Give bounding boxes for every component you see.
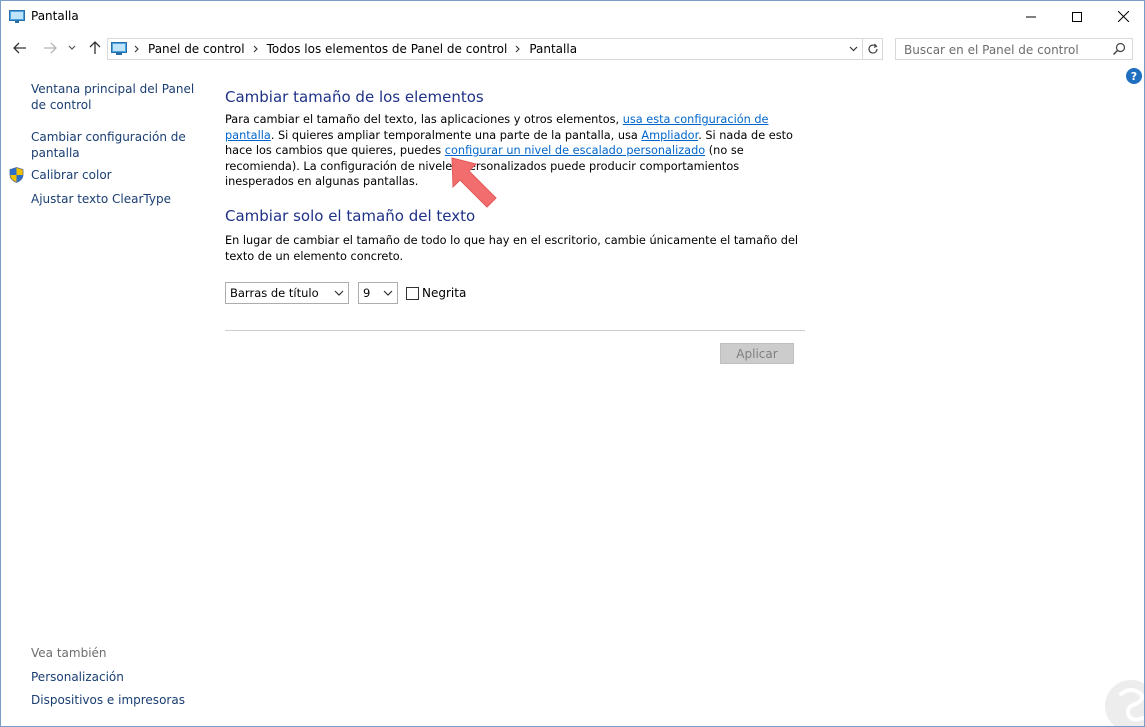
watermark-logo-icon — [1105, 680, 1144, 726]
uac-shield-icon — [9, 167, 24, 183]
breadcrumb-all-items[interactable]: Todos los elementos de Panel de control — [267, 42, 508, 56]
annotation-arrow-icon — [451, 157, 497, 208]
title-bar: Pantalla — [1, 1, 1144, 32]
bold-checkbox-label[interactable]: Negrita — [422, 286, 466, 300]
close-button[interactable] — [1100, 1, 1144, 32]
help-icon[interactable]: ? — [1126, 68, 1142, 84]
bold-checkbox[interactable] — [406, 287, 419, 300]
breadcrumb: Panel de control Todos los elementos de … — [132, 39, 577, 59]
chevron-right-icon[interactable] — [515, 45, 521, 53]
text-size-heading: Cambiar solo el tamaño del texto — [225, 207, 476, 225]
control-panel-window: Pantalla Panel de control Todos los elem… — [0, 0, 1145, 727]
control-panel-icon — [111, 42, 127, 55]
sidebar: Ventana principal del Panel de control C… — [1, 64, 206, 726]
search-input[interactable] — [904, 42, 1104, 57]
chevron-down-icon — [849, 46, 857, 52]
resize-items-description: Para cambiar el tamaño del texto, las ap… — [225, 112, 805, 190]
chevron-down-icon — [68, 45, 76, 50]
maximize-button[interactable] — [1054, 1, 1100, 32]
arrow-left-icon — [13, 42, 26, 54]
magnifier-link[interactable]: Ampliador — [641, 129, 698, 142]
chevron-right-icon[interactable] — [253, 45, 259, 53]
back-button[interactable] — [10, 38, 30, 58]
forward-button[interactable] — [40, 38, 60, 58]
arrow-up-icon — [89, 41, 101, 54]
breadcrumb-control-panel[interactable]: Panel de control — [148, 42, 245, 56]
sidebar-link-cleartype[interactable]: Ajustar texto ClearType — [31, 191, 196, 207]
refresh-icon — [867, 43, 878, 54]
recent-locations-button[interactable] — [65, 38, 79, 58]
address-bar[interactable]: Panel de control Todos los elementos de … — [107, 38, 863, 60]
up-button[interactable] — [85, 38, 105, 58]
minimize-button[interactable] — [1008, 1, 1054, 32]
see-also-link-devices-printers[interactable]: Dispositivos e impresoras — [31, 692, 196, 708]
arrow-right-icon — [44, 42, 57, 54]
minimize-icon — [1026, 16, 1036, 17]
description-text: Para cambiar el tamaño del texto, las ap… — [225, 113, 623, 126]
close-icon — [1117, 11, 1129, 22]
search-icon[interactable] — [1112, 42, 1126, 56]
display-app-icon — [9, 10, 25, 23]
resize-items-heading: Cambiar tamaño de los elementos — [225, 88, 484, 106]
breadcrumb-display[interactable]: Pantalla — [529, 42, 577, 56]
see-also-heading: Vea también — [31, 646, 107, 660]
sidebar-link-change-display-settings[interactable]: Cambiar configuración de pantalla — [31, 129, 196, 161]
address-history-button[interactable] — [844, 39, 862, 59]
maximize-icon — [1072, 11, 1082, 22]
refresh-button[interactable] — [863, 38, 883, 60]
window-title: Pantalla — [31, 9, 79, 23]
apply-button[interactable]: Aplicar — [720, 343, 794, 364]
chevron-down-icon — [334, 290, 344, 296]
description-text: . Si quieres ampliar temporalmente una p… — [270, 128, 642, 142]
chevron-right-icon[interactable] — [134, 45, 140, 53]
search-box[interactable] — [895, 38, 1133, 60]
text-size-description: En lugar de cambiar el tamaño de todo lo… — [225, 234, 799, 263]
sidebar-link-calibrate-color[interactable]: Calibrar color — [31, 167, 196, 183]
see-also-link-personalization[interactable]: Personalización — [31, 669, 196, 685]
font-size-select[interactable]: 9 — [358, 282, 398, 304]
section-divider — [225, 330, 805, 331]
chevron-down-icon — [383, 290, 393, 296]
sidebar-link-control-panel-home[interactable]: Ventana principal del Panel de control — [31, 81, 196, 113]
element-select[interactable]: Barras de título — [225, 282, 349, 304]
font-size-select-value: 9 — [363, 286, 371, 300]
element-select-value: Barras de título — [230, 286, 319, 300]
navigation-bar: Panel de control Todos los elementos de … — [1, 32, 1144, 64]
